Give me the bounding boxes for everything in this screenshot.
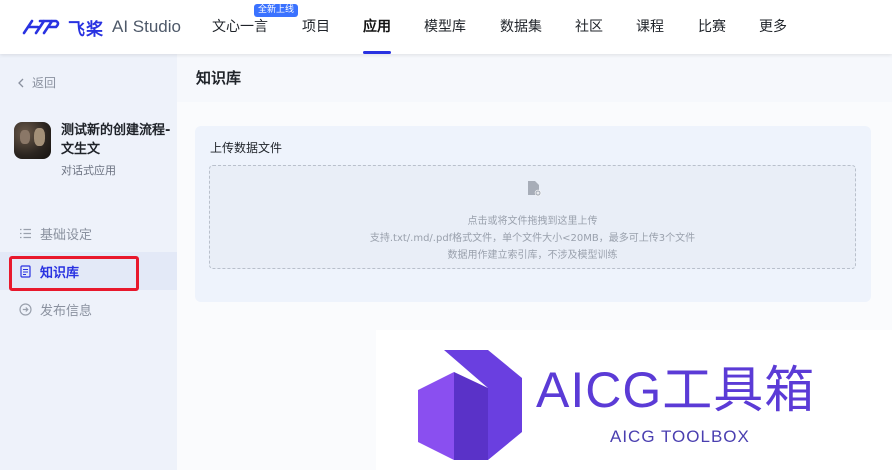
new-badge: 全新上线 — [254, 4, 299, 17]
top-header: 飞桨 AI Studio 文心一言 项目 应用 模型库 数据集 社区 课程 比赛… — [0, 0, 892, 54]
nav-item-models[interactable]: 模型库 — [424, 0, 466, 54]
sidebar-item-label: 发布信息 — [40, 303, 93, 319]
sidebar-item-label: 基础设定 — [40, 227, 93, 243]
upload-hint-primary: 点击或将文件拖拽到这里上传 — [467, 216, 598, 227]
watermark-subtitle: AICG TOOLBOX — [610, 427, 750, 446]
back-link[interactable]: 返回 — [16, 74, 56, 91]
upload-label: 上传数据文件 — [210, 141, 283, 155]
brand-name-cn: 飞桨 — [68, 19, 104, 40]
nav-item-competitions[interactable]: 比赛 — [698, 0, 726, 54]
app-name: 测试新的创建流程-文生文 — [61, 123, 171, 157]
highlight-box — [9, 256, 139, 291]
list-icon — [20, 228, 31, 238]
sidebar-item-publish-info[interactable]: 发布信息 — [0, 290, 177, 328]
chevron-left-icon — [18, 78, 24, 87]
brand-logo[interactable]: 飞桨 AI Studio — [22, 14, 181, 40]
nav-item-datasets[interactable]: 数据集 — [500, 0, 542, 54]
nav-item-more[interactable]: 更多 — [759, 0, 787, 54]
nav-item-projects[interactable]: 项目 — [302, 0, 330, 54]
paddle-logo-icon — [22, 19, 60, 35]
page-title-bar: 知识库 — [177, 54, 892, 102]
aicg-logo-icon — [418, 350, 522, 460]
file-add-icon — [528, 181, 542, 197]
brand-name-en: AI Studio — [112, 17, 181, 36]
sidebar-item-basic-settings[interactable]: 基础设定 — [0, 214, 177, 252]
nav-item-apps[interactable]: 应用 — [363, 0, 391, 54]
upload-hint-usage: 数据用作建立索引库，不涉及模型训练 — [447, 250, 618, 261]
watermark: AICG工具箱 AICG TOOLBOX — [376, 330, 892, 470]
app-type: 对话式应用 — [61, 164, 116, 177]
upload-hint-formats: 支持.txt/.md/.pdf格式文件，单个文件大小<20MB，最多可上传3个文… — [369, 233, 696, 244]
watermark-title: AICG工具箱 — [536, 362, 816, 418]
upload-dropzone[interactable]: 点击或将文件拖拽到这里上传 支持.txt/.md/.pdf格式文件，单个文件大小… — [209, 165, 856, 269]
back-label: 返回 — [32, 76, 57, 90]
app-avatar — [14, 122, 51, 159]
nav-item-courses[interactable]: 课程 — [636, 0, 664, 54]
arrow-circle-icon — [19, 302, 32, 316]
nav-item-community[interactable]: 社区 — [575, 0, 603, 54]
upload-panel: 上传数据文件 点击或将文件拖拽到这里上传 支持.txt/.md/.pdf格式文件… — [195, 126, 871, 302]
page-title: 知识库 — [196, 69, 242, 87]
